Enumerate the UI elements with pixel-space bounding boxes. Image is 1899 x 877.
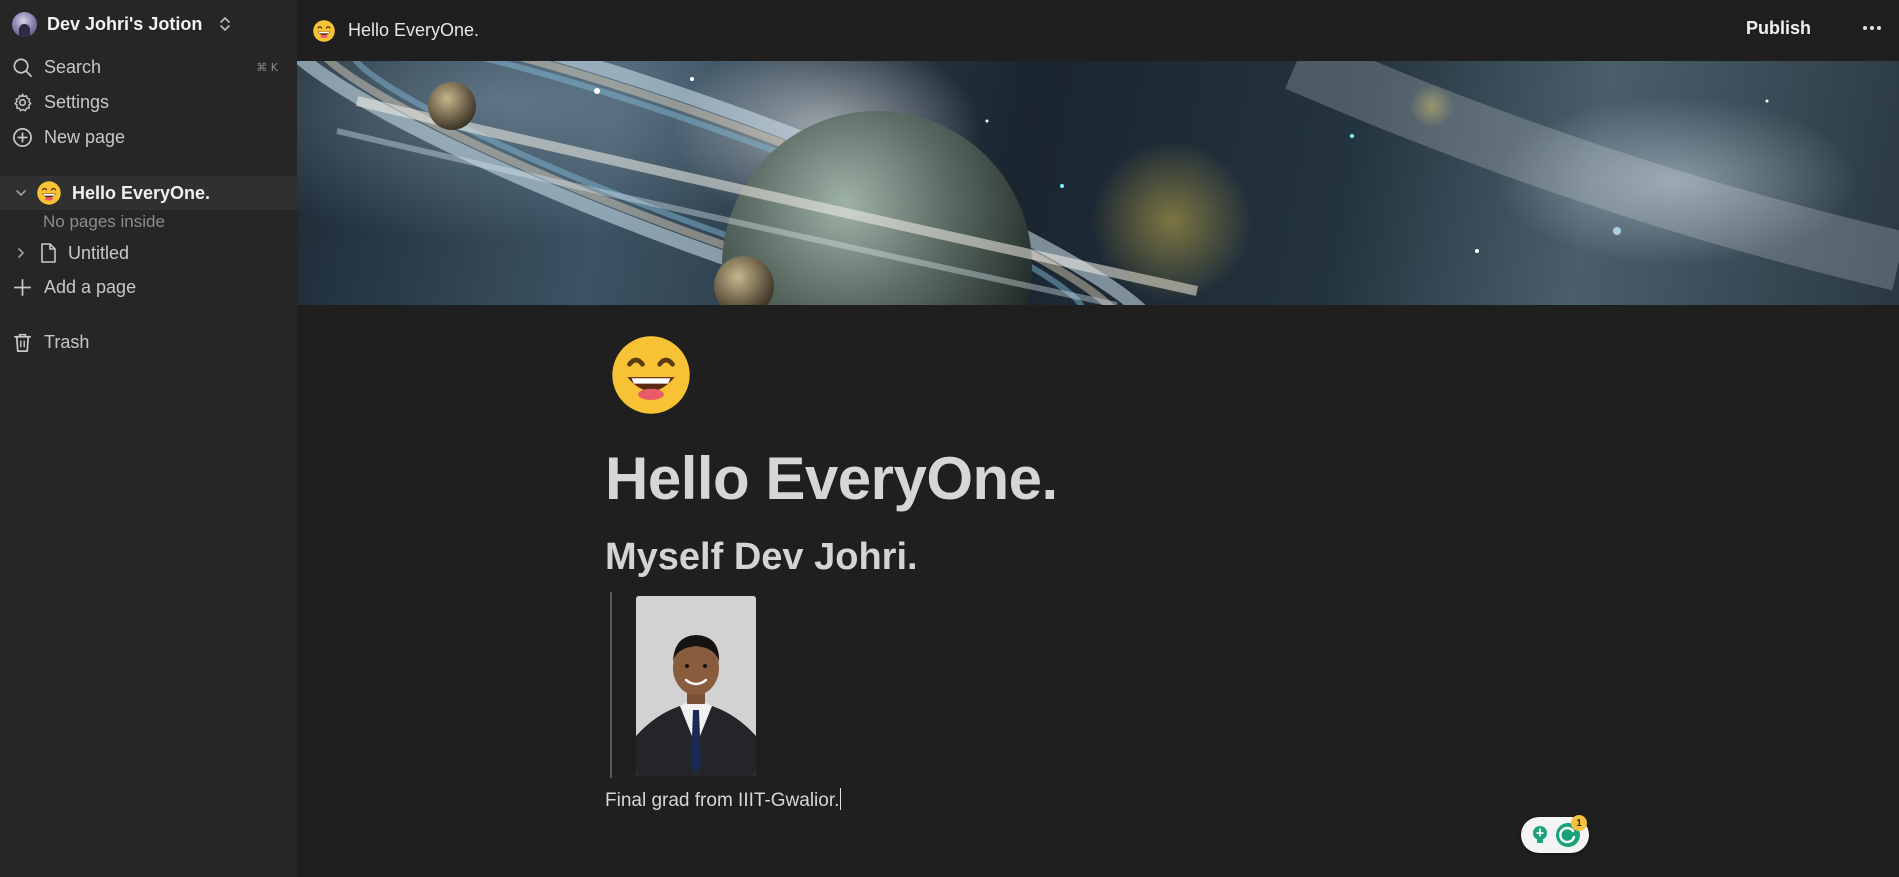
text-block[interactable]: Final grad from IIIT-Gwalior. <box>605 788 842 812</box>
lightbulb-icon[interactable] <box>1529 824 1551 846</box>
cover-artwork <box>297 61 1899 305</box>
search-label: Search <box>44 56 102 77</box>
workspace-name: Dev Johri's Jotion <box>47 13 203 34</box>
grinning-face-icon <box>37 181 61 205</box>
sidebar-item-label: Untitled <box>68 242 130 263</box>
page-icon-grinning-face[interactable] <box>606 332 696 418</box>
plus-circle-icon <box>13 127 32 147</box>
settings-button[interactable]: Settings <box>12 88 282 116</box>
sidebar-item-label: Hello EveryOne. <box>72 182 211 203</box>
notification-badge: 1 <box>1571 815 1587 831</box>
trash-icon <box>14 333 31 352</box>
new-page-label: New page <box>44 126 126 147</box>
sidebar-item-untitled[interactable]: Untitled <box>0 238 297 268</box>
sidebar-item-hello-everyone[interactable]: Hello EveryOne. <box>0 176 297 210</box>
cover-image[interactable] <box>297 61 1899 305</box>
chevron-up-down-icon <box>220 17 231 31</box>
add-page-label: Add a page <box>44 276 137 297</box>
profile-photo-art <box>636 596 756 776</box>
avatar <box>12 11 37 37</box>
add-page-button[interactable]: Add a page <box>12 273 282 301</box>
trash-label: Trash <box>44 331 90 352</box>
caption-text: Final grad from IIIT-Gwalior. <box>605 790 840 811</box>
more-options-icon[interactable] <box>1859 17 1885 39</box>
workspace-switcher[interactable]: Dev Johri's Jotion <box>12 10 232 38</box>
search-button[interactable]: Search ⌘ K <box>12 53 282 81</box>
chevron-right-icon[interactable] <box>14 246 28 260</box>
settings-label: Settings <box>44 91 110 112</box>
assistant-widget[interactable]: 1 <box>1521 815 1589 853</box>
no-pages-note: No pages inside <box>43 212 165 231</box>
trash-button[interactable]: Trash <box>12 328 282 356</box>
heading-block[interactable]: Myself Dev Johri. <box>605 536 918 579</box>
new-page-button[interactable]: New page <box>12 123 282 151</box>
document-icon <box>41 243 56 263</box>
breadcrumb[interactable]: Hello EveryOne. <box>348 20 479 41</box>
profile-photo[interactable] <box>636 596 756 776</box>
dot <box>1870 26 1874 30</box>
chevron-down-icon[interactable] <box>14 186 28 200</box>
search-icon <box>13 58 32 77</box>
sidebar: Dev Johri's Jotion Search ⌘ K Settings N… <box>0 0 297 877</box>
text-cursor <box>840 788 842 810</box>
gear-icon <box>14 92 32 111</box>
dot <box>1877 26 1881 30</box>
search-shortcut: ⌘ K <box>256 60 278 74</box>
dot <box>1863 26 1867 30</box>
top-bar: Hello EveryOne. Publish <box>297 0 1899 61</box>
quote-bar <box>610 592 612 778</box>
grinning-face-icon <box>313 19 335 42</box>
publish-button[interactable]: Publish <box>1746 15 1811 41</box>
page-title[interactable]: Hello EveryOne. <box>605 444 1058 513</box>
plus-icon <box>14 278 31 296</box>
